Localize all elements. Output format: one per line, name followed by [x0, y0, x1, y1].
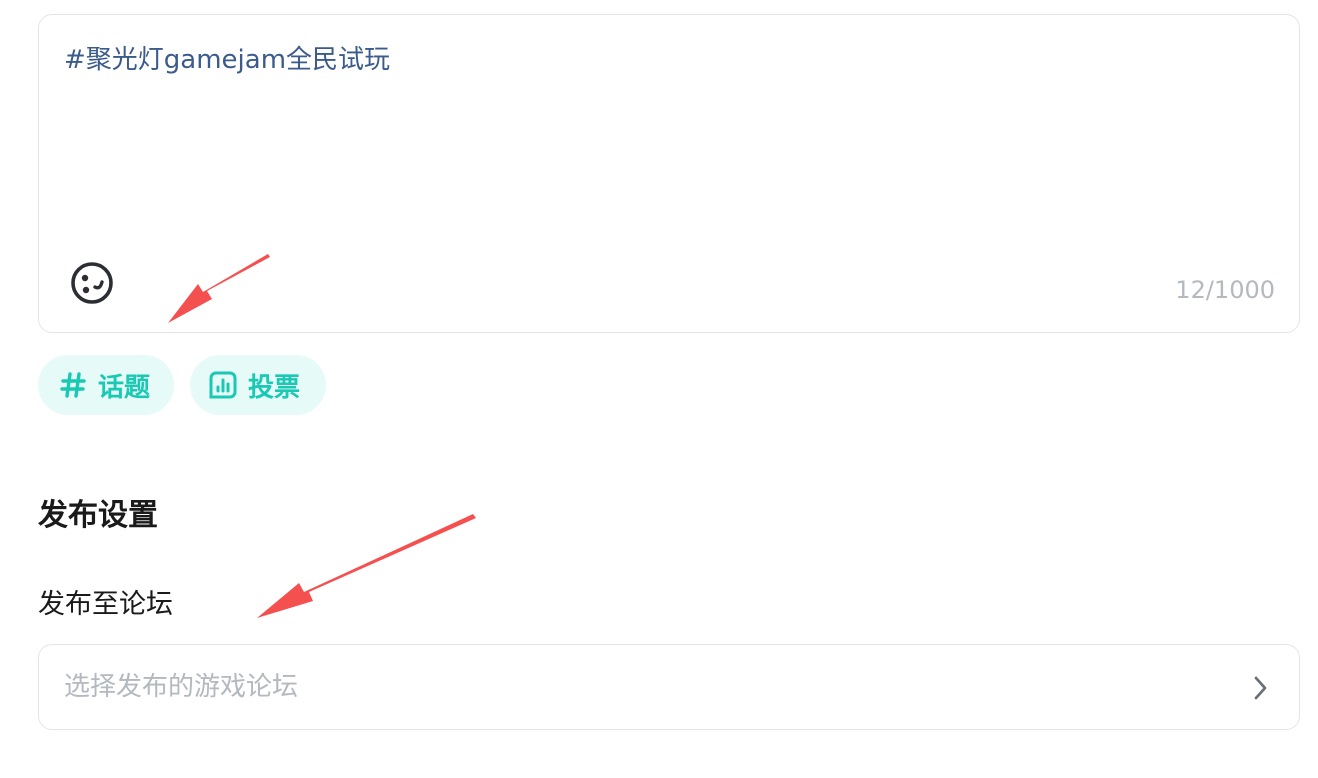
annotation-arrow-forum	[257, 514, 476, 618]
post-composer[interactable]: #聚光灯gamejam全民试玩 12/1000	[38, 14, 1300, 333]
forum-select[interactable]: 选择发布的游戏论坛	[38, 644, 1300, 730]
chevron-right-icon	[1251, 673, 1271, 703]
publish-settings-heading: 发布设置	[38, 498, 158, 533]
topic-button[interactable]: 话题	[38, 355, 174, 415]
forum-select-placeholder: 选择发布的游戏论坛	[64, 672, 299, 702]
vote-button[interactable]: 投票	[190, 355, 326, 415]
vote-button-label: 投票	[248, 372, 301, 403]
hash-icon	[58, 370, 88, 400]
forum-field-label: 发布至论坛	[38, 589, 173, 620]
topic-button-label: 话题	[98, 372, 151, 403]
post-content-text[interactable]: #聚光灯gamejam全民试玩	[64, 45, 390, 75]
vote-chart-icon	[208, 370, 238, 400]
character-count: 12/1000	[1175, 276, 1275, 304]
emoji-face-icon[interactable]	[69, 260, 115, 306]
